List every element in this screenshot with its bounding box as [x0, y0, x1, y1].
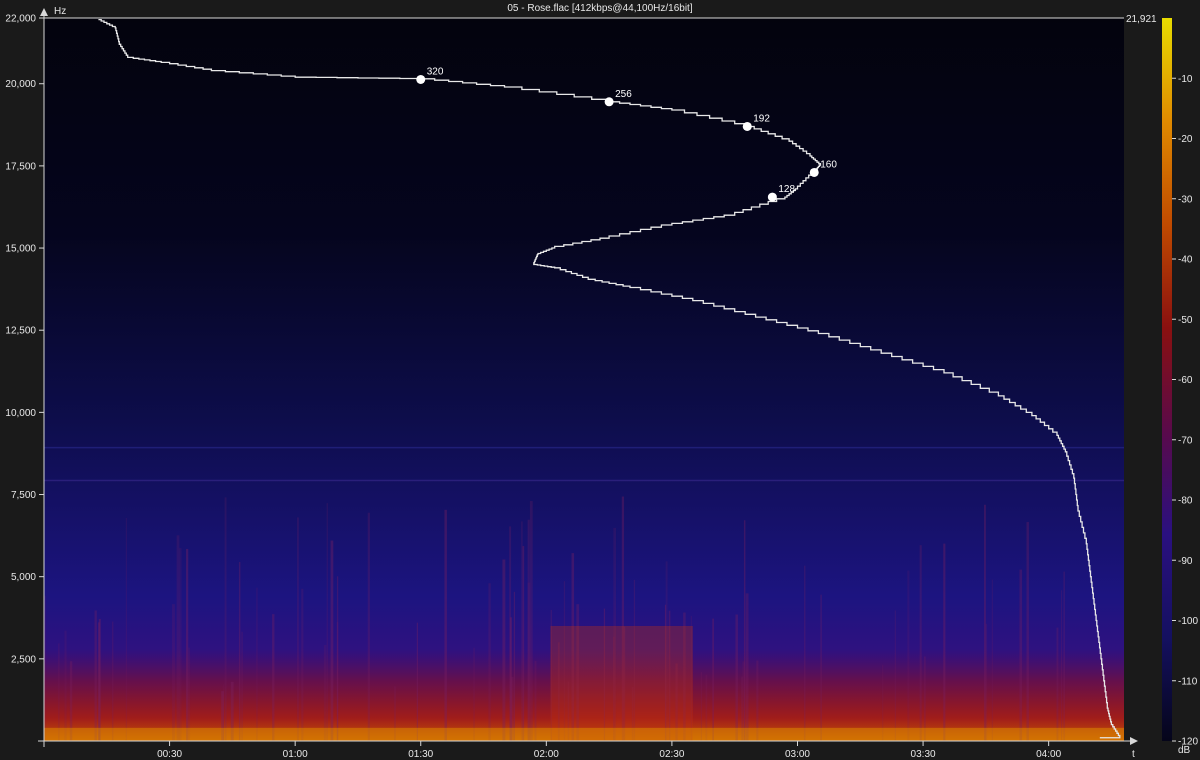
transient-streak: [985, 623, 988, 741]
bitrate-marker: [809, 167, 819, 177]
transient-streak: [444, 509, 447, 741]
transient-streak: [488, 583, 491, 741]
loud-section: [550, 625, 693, 741]
bitrate-marker: [742, 121, 752, 131]
transient-streak: [991, 579, 993, 741]
y-tick-label: 20,000: [5, 79, 36, 90]
transient-streak: [1019, 569, 1023, 741]
x-tick-label: 01:30: [408, 749, 433, 760]
colorbar-unit-label: dB: [1178, 745, 1191, 756]
bitrate-marker: [767, 192, 777, 202]
spectral-band: [44, 479, 1124, 482]
transient-streak: [502, 559, 506, 741]
transient-streak: [326, 503, 328, 741]
y-tick-label: 7,500: [11, 490, 36, 501]
transient-streak: [64, 630, 67, 741]
colorbar-tick-label: -100: [1178, 616, 1198, 627]
transient-streak: [416, 622, 418, 741]
x-axis-title: t: [1132, 749, 1135, 760]
x-axis-arrow: [1130, 737, 1138, 745]
colorbar-tick-label: -70: [1178, 435, 1193, 446]
x-tick-label: 01:00: [283, 749, 308, 760]
transient-streak: [94, 610, 97, 741]
x-tick-label: 02:30: [659, 749, 684, 760]
transient-streak: [272, 614, 275, 741]
transient-streak: [894, 610, 896, 741]
transient-streak: [820, 594, 822, 741]
transient-streak: [125, 517, 127, 741]
colorbar: -10-20-30-40-50-60-70-80-90-100-110-120d…: [1162, 18, 1198, 756]
colorbar-tick-label: -90: [1178, 556, 1193, 567]
bitrate-marker-label: 256: [615, 89, 632, 100]
transient-streak: [238, 562, 241, 741]
colorbar-tick-label: -110: [1178, 676, 1198, 687]
bitrate-marker-label: 320: [427, 66, 444, 77]
y-max-label: 21,921: [1126, 14, 1157, 25]
colorbar-gradient: [1162, 18, 1172, 741]
transient-streak: [527, 582, 531, 741]
colorbar-tick-label: -50: [1178, 315, 1193, 326]
transient-streak: [803, 565, 806, 741]
transient-streak: [256, 587, 258, 741]
colorbar-tick-label: -40: [1178, 255, 1193, 266]
transient-streak: [745, 593, 749, 741]
bitrate-marker: [416, 74, 426, 84]
y-tick-label: 22,000: [5, 14, 36, 25]
transient-streak: [735, 614, 738, 741]
colorbar-tick-label: -60: [1178, 375, 1193, 386]
colorbar-tick-label: -30: [1178, 194, 1193, 205]
transient-streak: [98, 622, 100, 741]
bitrate-marker-label: 192: [753, 113, 770, 124]
bitrate-marker-label: 160: [820, 159, 837, 170]
y-tick-label: 17,500: [5, 161, 36, 172]
transient-streak: [186, 548, 189, 741]
x-tick-label: 02:00: [534, 749, 559, 760]
transient-streak: [919, 545, 922, 741]
transient-streak: [1026, 522, 1029, 741]
transient-streak: [323, 645, 327, 741]
transient-streak: [943, 543, 946, 741]
bass-energy: [44, 727, 1124, 741]
transient-streak: [296, 517, 299, 741]
window-title: 05 - Rose.flac [412kbps@44,100Hz/16bit]: [507, 3, 693, 14]
spectral-band: [44, 446, 1124, 449]
y-tick-label: 5,000: [11, 572, 36, 583]
y-tick-label: 2,500: [11, 654, 36, 665]
y-tick-label: 10,000: [5, 408, 36, 419]
y-tick-label: 15,000: [5, 244, 36, 255]
y-tick-label: 12,500: [5, 326, 36, 337]
transient-streak: [172, 604, 175, 741]
spectrogram-chart: Hzt22,00020,00017,50015,00012,50010,0007…: [5, 6, 1198, 760]
x-tick-label: 03:30: [911, 749, 936, 760]
transient-streak: [301, 588, 304, 741]
transient-streak: [513, 591, 515, 741]
transient-streak: [473, 647, 475, 741]
transient-streak: [58, 643, 60, 741]
colorbar-tick-label: -10: [1178, 74, 1193, 85]
transient-streak: [1061, 590, 1063, 741]
transient-streak: [188, 647, 191, 741]
transient-streak: [224, 497, 227, 741]
colorbar-tick-label: -20: [1178, 134, 1193, 145]
transient-streak: [712, 618, 714, 741]
x-tick-label: 00:30: [157, 749, 182, 760]
colorbar-tick-label: -80: [1178, 496, 1193, 507]
transient-streak: [111, 621, 114, 741]
transient-streak: [178, 548, 182, 741]
transient-streak: [1056, 627, 1059, 741]
transient-streak: [330, 540, 334, 741]
transient-streak: [241, 631, 243, 741]
x-tick-label: 03:00: [785, 749, 810, 760]
transient-streak: [984, 504, 986, 741]
transient-streak: [520, 521, 523, 741]
transient-streak: [1063, 571, 1066, 741]
bitrate-marker-label: 128: [778, 184, 795, 195]
bitrate-marker: [604, 97, 614, 107]
transient-streak: [907, 570, 910, 741]
transient-streak: [336, 576, 339, 741]
transient-streak: [367, 512, 370, 741]
x-tick-label: 04:00: [1036, 749, 1061, 760]
